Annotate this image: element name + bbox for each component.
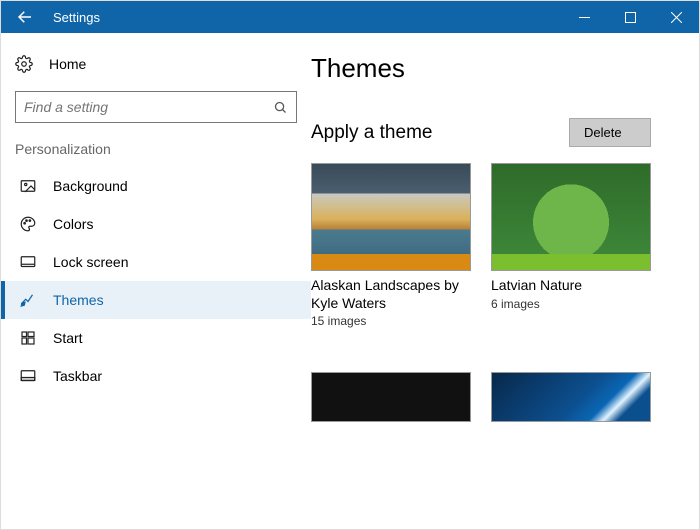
search-icon [273, 100, 288, 115]
home-label: Home [49, 56, 86, 72]
home-nav[interactable]: Home [1, 49, 311, 87]
window-title: Settings [49, 1, 561, 33]
theme-accent [312, 254, 470, 270]
back-button[interactable] [1, 1, 49, 33]
delete-button[interactable]: Delete [569, 118, 651, 147]
gear-icon [15, 55, 33, 73]
themes-icon [19, 291, 37, 309]
theme-thumbnail[interactable] [491, 372, 651, 422]
arrow-left-icon [16, 8, 34, 26]
close-icon [671, 12, 682, 23]
theme-count: 15 images [311, 314, 471, 328]
theme-thumbnail [491, 163, 651, 271]
search-input[interactable] [24, 99, 273, 115]
sidebar-item-lockscreen[interactable]: Lock screen [1, 243, 311, 281]
sidebar-item-label: Colors [53, 216, 93, 232]
sidebar-item-taskbar[interactable]: Taskbar [1, 357, 311, 395]
sidebar-item-label: Start [53, 330, 83, 346]
sidebar-item-label: Lock screen [53, 254, 128, 270]
sidebar-item-colors[interactable]: Colors [1, 205, 311, 243]
theme-thumbnail[interactable] [311, 372, 471, 422]
theme-card[interactable]: Latvian Nature 6 images [491, 163, 651, 328]
theme-name: Latvian Nature [491, 277, 651, 295]
sidebar-item-label: Background [53, 178, 128, 194]
section-title: Apply a theme [311, 122, 432, 144]
start-icon [19, 329, 37, 347]
maximize-icon [625, 12, 636, 23]
close-button[interactable] [653, 1, 699, 33]
picture-icon [19, 177, 37, 195]
themes-grid: Alaskan Landscapes by Kyle Waters 15 ima… [311, 163, 681, 328]
sidebar: Home Personalization Background Colors L… [1, 33, 311, 529]
sidebar-item-background[interactable]: Background [1, 167, 311, 205]
sidebar-item-label: Themes [53, 292, 104, 308]
sidebar-item-label: Taskbar [53, 368, 102, 384]
sidebar-item-themes[interactable]: Themes [1, 281, 311, 319]
maximize-button[interactable] [607, 1, 653, 33]
main-pane: Themes Apply a theme Delete Alaskan Land… [311, 33, 699, 529]
lock-screen-icon [19, 253, 37, 271]
taskbar-icon [19, 367, 37, 385]
theme-thumbnail [311, 163, 471, 271]
themes-grid-row2 [311, 372, 681, 422]
search-box[interactable] [15, 91, 297, 123]
content-area: Home Personalization Background Colors L… [1, 33, 699, 529]
theme-accent [492, 254, 650, 270]
theme-card[interactable]: Alaskan Landscapes by Kyle Waters 15 ima… [311, 163, 471, 328]
sidebar-group-label: Personalization [1, 141, 311, 167]
page-title: Themes [311, 53, 681, 84]
titlebar: Settings [1, 1, 699, 33]
section-header: Apply a theme Delete [311, 118, 681, 147]
theme-count: 6 images [491, 297, 651, 311]
minimize-icon [579, 12, 590, 23]
palette-icon [19, 215, 37, 233]
sidebar-item-start[interactable]: Start [1, 319, 311, 357]
theme-name: Alaskan Landscapes by Kyle Waters [311, 277, 471, 312]
minimize-button[interactable] [561, 1, 607, 33]
